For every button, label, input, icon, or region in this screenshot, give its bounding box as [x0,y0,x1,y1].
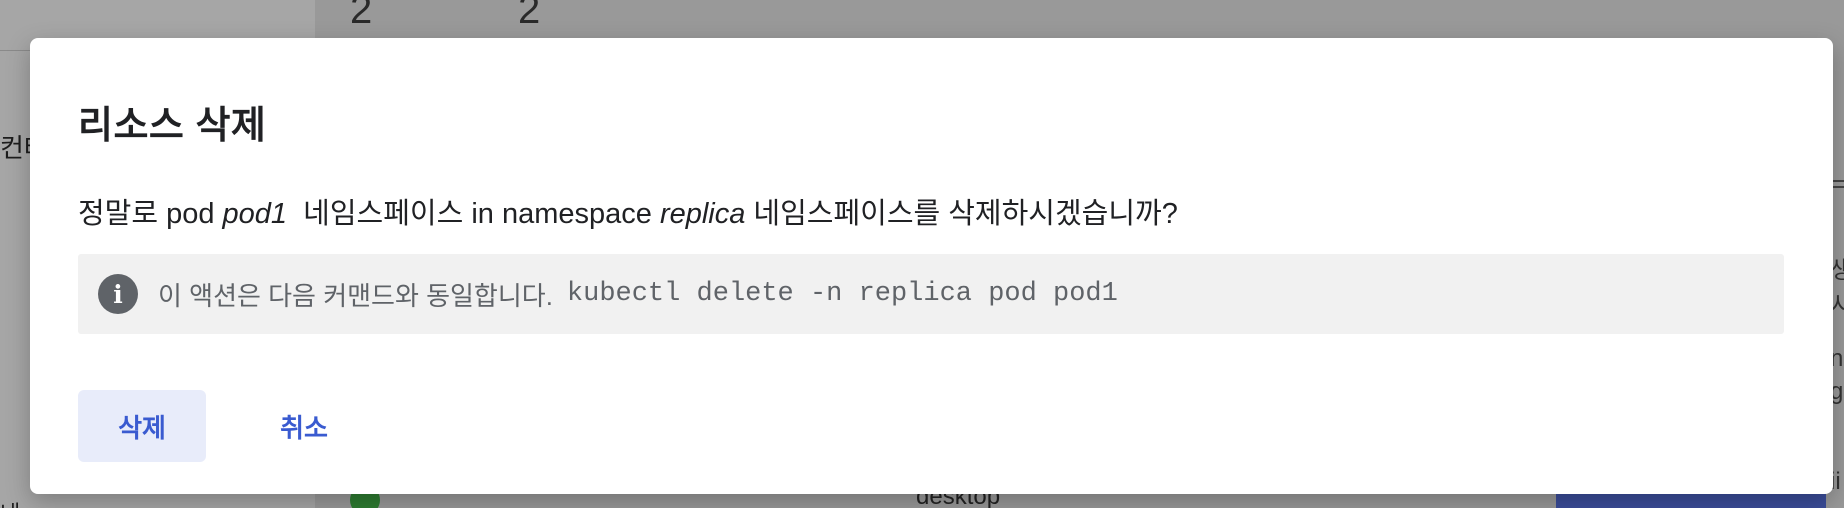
info-icon: i [98,274,138,314]
message-prefix: 정말로 pod [78,198,223,230]
cancel-button[interactable]: 취소 [240,390,368,462]
left-nav-item-bottom: 네 [0,496,20,508]
message-suffix: 네임스페이스를 삭제하시겠습니까? [745,198,1178,230]
filter-icon [1832,180,1844,194]
summary-count-a: 2 [350,0,373,32]
delete-button[interactable]: 삭제 [78,390,206,462]
command-info-box: i 이 액션은 다음 커맨드와 동일합니다. kubectl delete -n… [78,254,1784,334]
message-middle: 네임스페이스 in namespace [287,198,660,230]
kubectl-command: kubectl delete -n replica pod pod1 [566,279,1118,309]
dialog-title: 리소스 삭제 [78,105,267,147]
info-text: 이 액션은 다음 커맨드와 동일합니다. [158,280,553,311]
dialog-message: 정말로 pod pod1 네임스페이스 in namespace replica… [78,190,1178,232]
summary-count-b: 2 [518,0,541,32]
resource-name: pod1 [222,198,288,230]
delete-resource-dialog: 리소스 삭제 정말로 pod pod1 네임스페이스 in namespace … [30,38,1833,494]
namespace-name: replica [659,198,746,230]
